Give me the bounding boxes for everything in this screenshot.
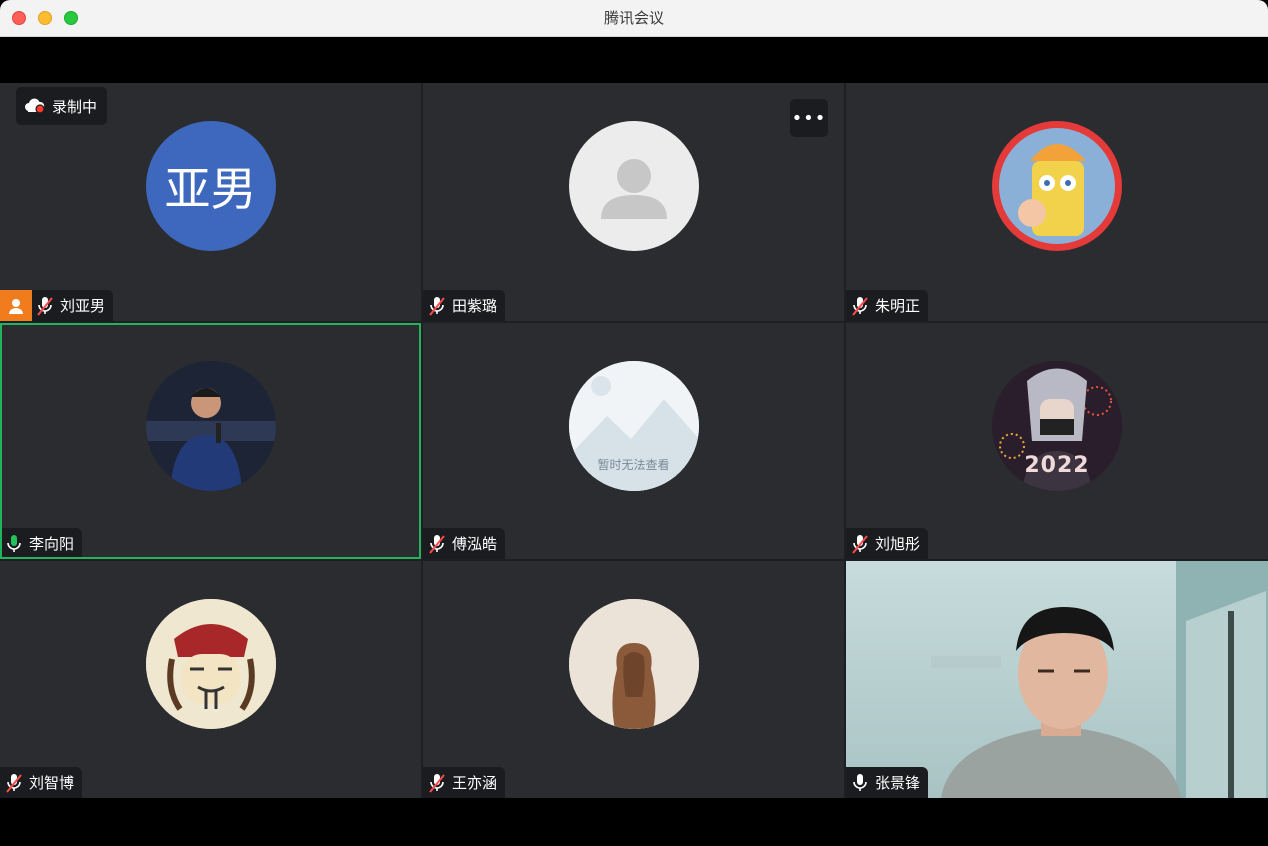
photo-avatar [568,599,699,729]
participant-name: 刘智博 [29,774,75,792]
window-title: 腾讯会议 [603,9,664,27]
person-silhouette-icon [600,159,667,219]
recording-label: 录制中 [52,97,98,116]
participant-nametag: 田紫璐 [423,290,506,321]
anime-avatar: 2022 [992,361,1122,491]
participant-nametag: 王亦涵 [423,767,506,798]
participant-tile[interactable]: ••• 田紫璐 [423,83,844,321]
participant-nametag: 李向阳 [2,528,83,557]
participant-name: 傅泓皓 [452,535,498,553]
top-letterbox-bar [0,37,1268,83]
recording-indicator[interactable]: 录制中 [16,87,108,125]
participant-name: 张景锋 [875,774,921,792]
participant-name: 李向阳 [29,535,75,553]
participant-name: 刘旭彤 [875,535,921,553]
participant-name: 王亦涵 [452,774,498,792]
mic-muted-icon [6,773,22,793]
video-grid: 录制中 亚男 刘亚男 ••• 田紫璐 朱明正 李向阳 暂时无法查看 傅泓皓 20… [0,83,1268,798]
participant-tile[interactable]: 朱明正 [846,83,1268,321]
mic-muted-icon [37,296,53,316]
mic-on-icon [853,773,867,791]
participant-nametag: 朱明正 [846,290,929,321]
mic-muted-icon [852,534,868,554]
participant-tile-active-speaker[interactable]: 李向阳 [0,323,421,559]
image-unavailable-text: 暂时无法查看 [597,458,670,472]
participant-tile[interactable]: 录制中 亚男 刘亚男 [0,83,421,321]
default-person-avatar [568,121,699,251]
participant-name: 田紫璐 [452,297,498,315]
participant-nametag: 刘旭彤 [846,528,929,559]
avatar-year-text: 2022 [1024,453,1090,478]
title-bar: 腾讯会议 [0,0,1268,37]
participant-nametag: 傅泓皓 [423,528,506,559]
participant-name: 朱明正 [875,297,921,315]
live-camera-video [846,561,1268,798]
participant-tile[interactable]: 2022 刘旭彤 [846,323,1268,559]
mic-muted-icon [852,296,868,316]
mic-muted-icon [429,773,445,793]
participant-tile[interactable]: 暂时无法查看 傅泓皓 [423,323,844,559]
bottom-letterbox-bar [0,798,1268,846]
host-icon [0,290,32,321]
meeting-window: 腾讯会议 录制中 亚男 刘亚男 ••• 田紫璐 朱明正 李向阳 暂时无法查看 傅… [0,0,1268,846]
cartoon-avatar [992,121,1122,251]
mic-muted-icon [429,534,445,554]
mic-active-icon [7,534,21,552]
unavailable-image-avatar: 暂时无法查看 [568,361,699,491]
mic-muted-icon [429,296,445,316]
participant-name: 刘亚男 [60,297,106,315]
participant-tile[interactable]: 王亦涵 [423,561,844,798]
participant-nametag: 刘亚男 [0,290,114,321]
more-options-button[interactable]: ••• [790,99,828,137]
initials-avatar: 亚男 [145,121,276,251]
participant-nametag: 刘智博 [0,767,83,798]
avatar-initials: 亚男 [145,121,276,251]
cloud-recording-icon [25,98,45,114]
participant-tile[interactable]: 刘智博 [0,561,421,798]
participant-tile-video[interactable]: 张景锋 [846,561,1268,798]
photo-avatar [145,361,276,491]
participant-nametag: 张景锋 [846,767,929,798]
cartoon-pirate-avatar [145,599,276,729]
